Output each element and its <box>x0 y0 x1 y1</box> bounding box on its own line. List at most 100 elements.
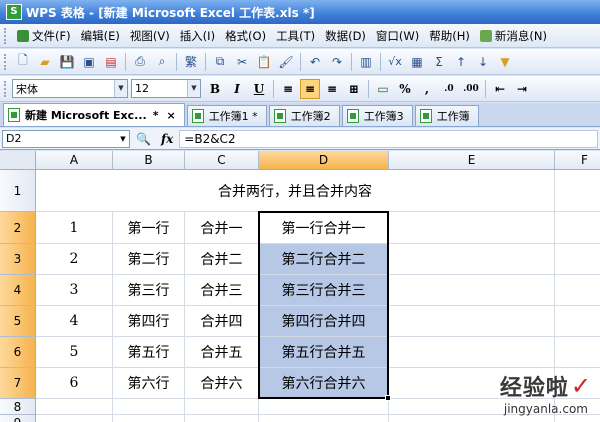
undo-icon[interactable]: ↶ <box>305 52 325 72</box>
cell-c7[interactable]: 合并六 <box>185 368 259 399</box>
sort-ascending-icon[interactable]: ↑ <box>451 52 471 72</box>
menu-view[interactable]: 视图(V) <box>125 26 175 46</box>
tab-active-workbook[interactable]: 新建 Microsoft Exc... * × <box>3 103 185 126</box>
cell-a7[interactable]: 6 <box>36 368 113 399</box>
cell[interactable] <box>113 399 185 415</box>
cell[interactable] <box>555 415 600 422</box>
menu-data[interactable]: 数据(D) <box>320 26 371 46</box>
print-icon[interactable]: ⎙ <box>130 52 150 72</box>
close-icon[interactable]: × <box>166 109 175 122</box>
cell-a6[interactable]: 5 <box>36 337 113 368</box>
toolbar-grip[interactable] <box>4 80 8 97</box>
copy-icon[interactable]: ⧉ <box>210 52 230 72</box>
tab-workbook-1[interactable]: 工作簿1 * <box>186 105 267 126</box>
column-header-f[interactable]: F <box>555 151 600 170</box>
column-header-b[interactable]: B <box>113 151 185 170</box>
tab-workbook-4[interactable]: 工作簿 <box>414 105 479 126</box>
column-header-d[interactable]: D <box>259 151 389 170</box>
bold-button[interactable]: B <box>205 79 225 99</box>
cut-icon[interactable]: ✂ <box>232 52 252 72</box>
save-icon[interactable]: 💾 <box>57 52 77 72</box>
underline-button[interactable]: U <box>249 79 269 99</box>
merged-title-cell[interactable]: 合并两行，并且合并内容 <box>36 170 555 212</box>
menu-new-message[interactable]: 新消息(N) <box>475 26 552 46</box>
cell-a2[interactable]: 1 <box>36 212 113 244</box>
cell[interactable] <box>389 337 555 368</box>
cell-a3[interactable]: 2 <box>36 244 113 275</box>
insert-function-button[interactable]: fx <box>161 132 173 146</box>
cell-c2[interactable]: 合并一 <box>185 212 259 244</box>
row-header-2[interactable]: 2 <box>0 212 36 244</box>
thousands-separator-icon[interactable]: , <box>417 79 437 99</box>
tab-workbook-3[interactable]: 工作簿3 <box>341 105 413 126</box>
row-header-7[interactable]: 7 <box>0 368 36 399</box>
format-painter-icon[interactable]: 🖌 <box>276 52 296 72</box>
cell-b3[interactable]: 第二行 <box>113 244 185 275</box>
percent-button[interactable]: % <box>395 79 415 99</box>
formula-input[interactable]: =B2&C2 <box>179 129 598 148</box>
new-file-icon[interactable]: 🗋 <box>13 52 33 72</box>
menu-help[interactable]: 帮助(H) <box>424 26 475 46</box>
increase-decimal-icon[interactable]: .0 <box>439 79 459 99</box>
row-header-8[interactable]: 8 <box>0 399 36 415</box>
cell-c6[interactable]: 合并五 <box>185 337 259 368</box>
sort-descending-icon[interactable]: ↓ <box>473 52 493 72</box>
menu-edit[interactable]: 编辑(E) <box>76 26 125 46</box>
cell[interactable] <box>555 244 600 275</box>
cell-d4[interactable]: 第三行合并三 <box>259 275 389 306</box>
align-right-icon[interactable]: ≡ <box>322 79 342 99</box>
tab-workbook-2[interactable]: 工作簿2 <box>268 105 340 126</box>
name-box[interactable]: D2 ▼ <box>2 129 130 148</box>
cell[interactable] <box>389 306 555 337</box>
cell-d3[interactable]: 第二行合并二 <box>259 244 389 275</box>
cell[interactable] <box>185 399 259 415</box>
fill-handle[interactable] <box>385 395 391 401</box>
cell[interactable] <box>555 212 600 244</box>
menu-window[interactable]: 窗口(W) <box>371 26 424 46</box>
font-name-select[interactable]: 宋体 ▼ <box>12 79 128 98</box>
cell-a5[interactable]: 4 <box>36 306 113 337</box>
increase-indent-icon[interactable]: ⇥ <box>512 79 532 99</box>
row-header-5[interactable]: 5 <box>0 306 36 337</box>
italic-button[interactable]: I <box>227 79 247 99</box>
cell-b7[interactable]: 第六行 <box>113 368 185 399</box>
cell[interactable] <box>555 275 600 306</box>
cell[interactable] <box>389 415 555 422</box>
cell[interactable] <box>555 170 600 212</box>
cell-c4[interactable]: 合并三 <box>185 275 259 306</box>
cell-b5[interactable]: 第四行 <box>113 306 185 337</box>
cell-b4[interactable]: 第三行 <box>113 275 185 306</box>
align-left-icon[interactable]: ≡ <box>278 79 298 99</box>
insert-row-icon[interactable]: ▥ <box>356 52 376 72</box>
cell[interactable] <box>113 415 185 422</box>
decrease-decimal-icon[interactable]: .00 <box>461 79 481 99</box>
menu-insert[interactable]: 插入(I) <box>175 26 220 46</box>
export-pdf-icon[interactable]: ▤ <box>101 52 121 72</box>
cell-b6[interactable]: 第五行 <box>113 337 185 368</box>
decrease-indent-icon[interactable]: ⇤ <box>490 79 510 99</box>
function-icon[interactable]: √x <box>385 52 405 72</box>
print-preview-icon[interactable]: ⌕ <box>152 52 172 72</box>
column-header-a[interactable]: A <box>36 151 113 170</box>
traditional-chinese-button[interactable]: 繁 <box>181 52 201 72</box>
cell[interactable] <box>185 415 259 422</box>
toolbar-grip[interactable] <box>4 53 8 70</box>
redo-icon[interactable]: ↷ <box>327 52 347 72</box>
cell[interactable] <box>259 399 389 415</box>
cell[interactable] <box>36 415 113 422</box>
cell-d2[interactable]: 第一行合并一 <box>259 212 389 244</box>
row-header-6[interactable]: 6 <box>0 337 36 368</box>
merge-center-icon[interactable]: ⊞ <box>344 79 364 99</box>
autosum-icon[interactable]: Σ <box>429 52 449 72</box>
row-header-4[interactable]: 4 <box>0 275 36 306</box>
cell[interactable] <box>555 337 600 368</box>
filter-icon[interactable]: ▼ <box>495 52 515 72</box>
font-size-select[interactable]: 12 ▼ <box>131 79 201 98</box>
cell-d7[interactable]: 第六行合并六 <box>259 368 389 399</box>
align-center-icon[interactable]: ≡ <box>300 78 320 99</box>
row-header-3[interactable]: 3 <box>0 244 36 275</box>
cell-c3[interactable]: 合并二 <box>185 244 259 275</box>
row-header-1[interactable]: 1 <box>0 170 36 212</box>
cell[interactable] <box>389 275 555 306</box>
toolbar-grip[interactable] <box>4 27 8 44</box>
